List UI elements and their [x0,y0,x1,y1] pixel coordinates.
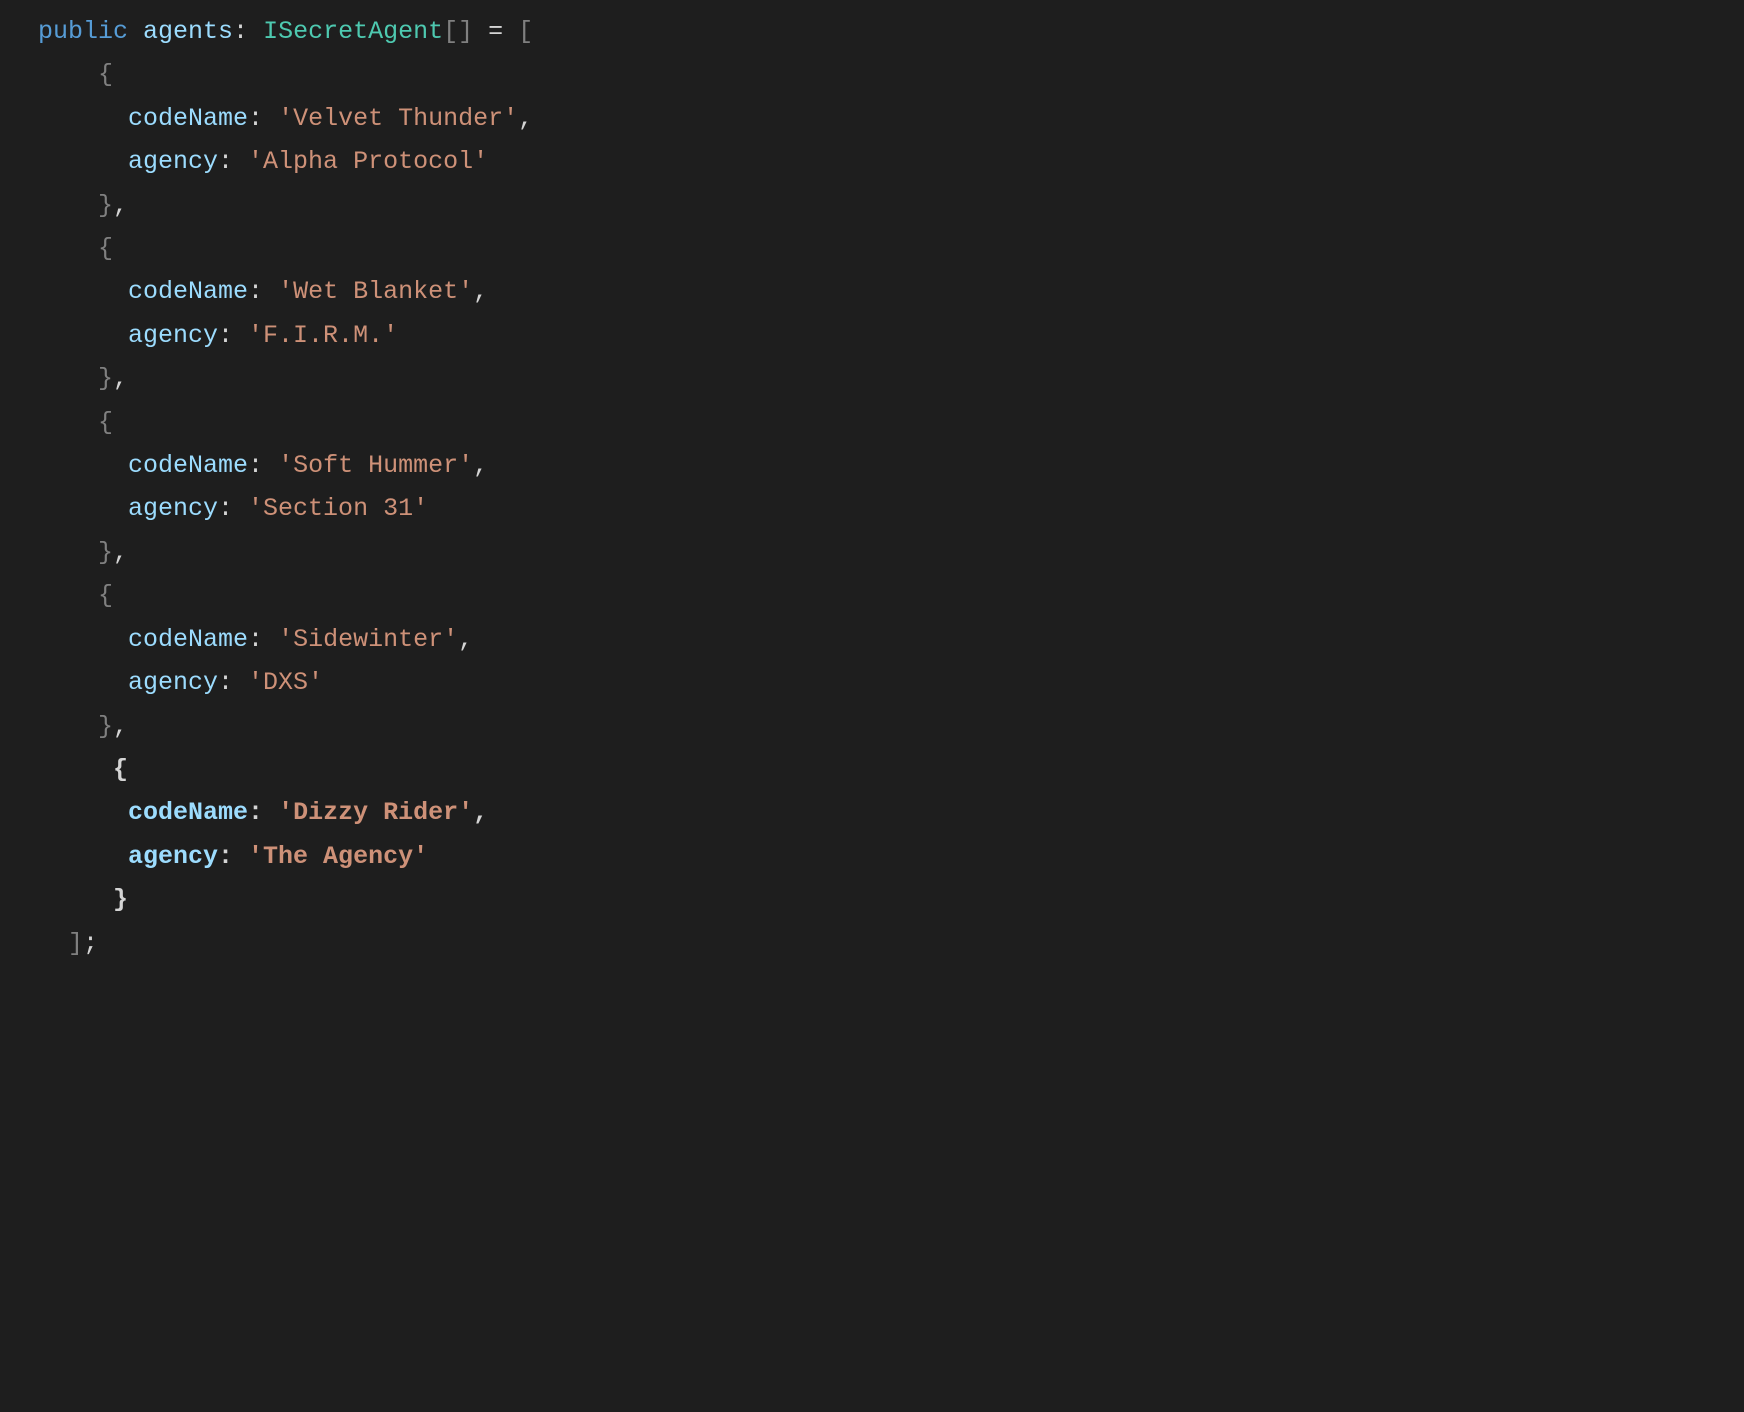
code-block: public agents: ISecretAgent[] = [ { code… [0,0,1744,965]
string-value: 'Sidewinter' [278,625,458,654]
prop-agency: agency [128,668,218,697]
string-value: 'The Agency' [248,842,428,871]
prop-codename: codeName [128,104,248,133]
prop-codename: codeName [128,625,248,654]
brace-open: { [98,408,113,437]
prop-agency: agency [128,321,218,350]
string-value: 'Velvet Thunder' [278,104,518,133]
string-value: 'Dizzy Rider' [278,798,473,827]
string-value: 'Section 31' [248,494,428,523]
brace-close: } [98,364,113,393]
brace-close: } [113,885,128,914]
type-isecretagent: ISecretAgent [263,17,443,46]
prop-codename: codeName [128,451,248,480]
brace-open: { [113,755,128,784]
identifier-agents: agents [143,17,233,46]
prop-agency: agency [128,494,218,523]
brace-open: { [98,60,113,89]
prop-codename: codeName [128,277,248,306]
string-value: 'DXS' [248,668,323,697]
brace-open: { [98,234,113,263]
brace-close: } [98,538,113,567]
string-value: 'Wet Blanket' [278,277,473,306]
prop-agency: agency [128,842,218,871]
brace-close: } [98,712,113,741]
keyword-public: public [38,17,128,46]
brace-close: } [98,191,113,220]
prop-codename: codeName [128,798,248,827]
prop-agency: agency [128,147,218,176]
string-value: 'Soft Hummer' [278,451,473,480]
string-value: 'F.I.R.M.' [248,321,398,350]
brace-open: { [98,581,113,610]
string-value: 'Alpha Protocol' [248,147,488,176]
